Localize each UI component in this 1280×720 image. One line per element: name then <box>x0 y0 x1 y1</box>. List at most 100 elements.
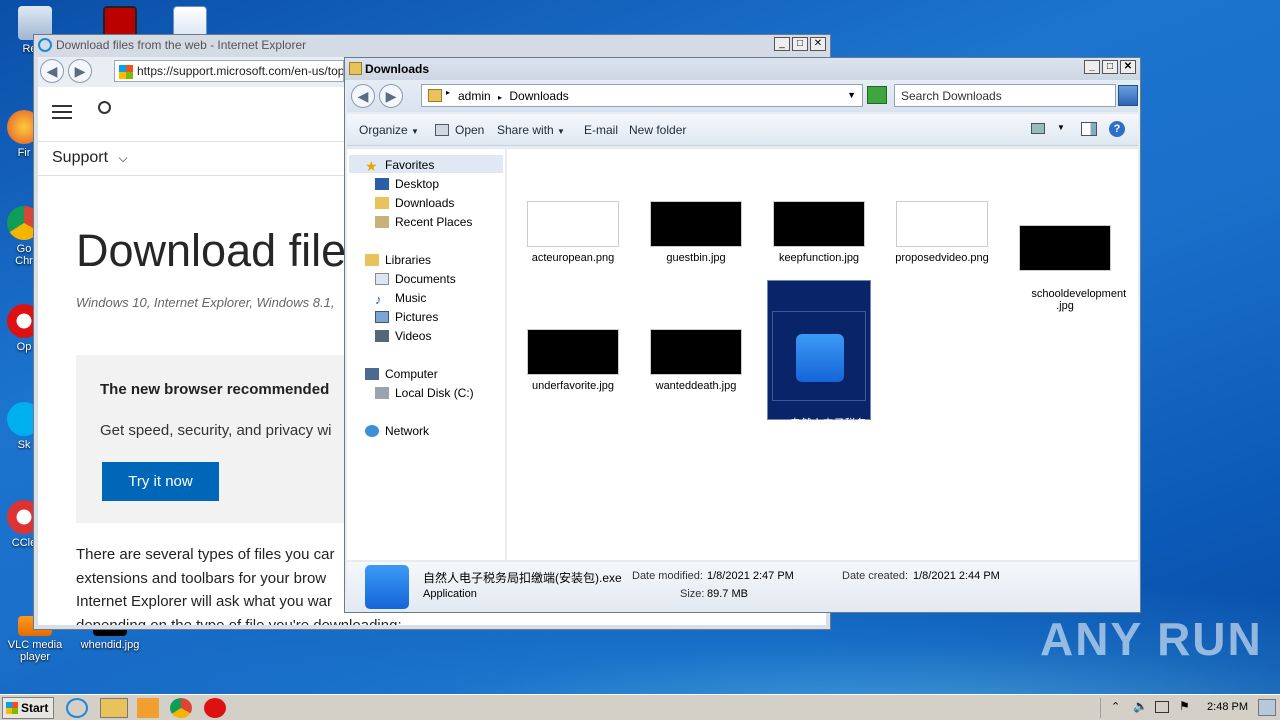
tree-item-computer[interactable]: Computer <box>365 367 438 381</box>
breadcrumb-admin[interactable]: admin <box>458 89 491 103</box>
anyrun-watermark: ANY RUN <box>1040 613 1263 665</box>
clock[interactable]: 2:48 PM <box>1207 701 1248 713</box>
tree-item-videos[interactable]: Videos <box>375 329 431 343</box>
explorer-window[interactable]: Downloads _ □ ✕ ◀ ▶ ▸ admin ▸ Downloads … <box>344 57 1141 613</box>
open-icon <box>435 124 449 136</box>
minimize-button[interactable]: _ <box>1084 60 1100 74</box>
tree-label: Music <box>395 291 427 305</box>
breadcrumb[interactable]: ▸ admin ▸ Downloads ▼ <box>421 84 863 107</box>
file-item[interactable]: keepfunction.jpg <box>767 201 871 264</box>
details-modified: 1/8/2021 2:47 PM <box>707 570 794 582</box>
taskbar: Start ⌃ 🔈 ⚑ 2:48 PM <box>0 694 1280 720</box>
show-desktop-button[interactable] <box>1258 699 1276 716</box>
file-item[interactable]: guestbin.jpg <box>644 201 748 264</box>
chevron-down-icon[interactable]: ▼ <box>1057 123 1065 132</box>
close-button[interactable]: ✕ <box>810 37 826 51</box>
tree-item-local-disk[interactable]: Local Disk (C:) <box>375 386 474 400</box>
show-hidden-icons-icon[interactable]: ⌃ <box>1111 700 1120 713</box>
organize-label: Organize <box>359 123 408 137</box>
start-button[interactable]: Start <box>2 697 54 719</box>
tree-item-favorites[interactable]: ★ Favorites <box>349 155 503 174</box>
file-item[interactable]: wanteddeath.jpg <box>644 329 748 392</box>
taskbar-media-player-icon[interactable] <box>137 698 159 718</box>
search-icon[interactable] <box>1118 85 1138 106</box>
file-name: guestbin.jpg <box>666 252 726 264</box>
network-icon <box>365 425 379 437</box>
file-item[interactable]: acteuropean.png <box>521 201 625 264</box>
preview-pane-icon[interactable] <box>1081 122 1097 136</box>
support-nav[interactable]: Support ⌵ <box>52 149 128 167</box>
address-bar[interactable]: https://support.microsoft.com/en-us/topi… <box>114 60 344 82</box>
promo-title: The new browser recommended <box>100 381 330 398</box>
breadcrumb-downloads[interactable]: Downloads <box>509 89 568 103</box>
image-thumbnail <box>650 201 742 247</box>
taskbar-ie-icon[interactable] <box>66 698 88 718</box>
folder-icon <box>428 89 442 102</box>
details-size: 89.7 MB <box>707 588 748 600</box>
details-filename: 自然人电子税务局扣缴端(安装包).exe <box>423 571 622 585</box>
start-label: Start <box>21 701 49 715</box>
music-icon: ♪ <box>375 292 382 307</box>
help-icon[interactable]: ? <box>1109 121 1125 137</box>
desktop-icon-label: Fir <box>17 147 31 159</box>
back-button[interactable]: ◀ <box>40 59 64 83</box>
disk-icon <box>375 387 389 399</box>
taskbar-stop-icon[interactable] <box>204 698 226 718</box>
email-button[interactable]: E-mail <box>584 123 618 137</box>
maximize-button[interactable]: □ <box>792 37 808 51</box>
close-button[interactable]: ✕ <box>1120 60 1136 74</box>
minimize-button[interactable]: _ <box>774 37 790 51</box>
tree-item-recent[interactable]: Recent Places <box>375 215 472 229</box>
hamburger-menu-icon[interactable] <box>52 105 72 119</box>
taskbar-chrome-icon[interactable] <box>170 698 192 718</box>
back-button[interactable]: ◀ <box>351 84 375 108</box>
tree-item-network[interactable]: Network <box>365 424 429 438</box>
ie-titlebar[interactable]: Download files from the web - Internet E… <box>34 35 830 57</box>
new-folder-button[interactable]: New folder <box>629 123 686 137</box>
try-it-now-button[interactable]: Try it now <box>102 462 219 501</box>
tree-label: Recent Places <box>395 215 473 229</box>
search-input[interactable]: Search Downloads <box>894 84 1116 107</box>
file-item[interactable]: schooldevelopment .jpg <box>1013 201 1126 324</box>
search-icon[interactable] <box>98 101 111 114</box>
tree-label: Local Disk (C:) <box>395 386 474 400</box>
view-options-icon[interactable] <box>1031 123 1045 134</box>
file-item-selected[interactable]: 自然人电子税务 局扣缴端(安装 包).exe <box>767 280 871 456</box>
network-tray-icon[interactable] <box>1155 701 1169 713</box>
tree-item-libraries[interactable]: Libraries <box>365 253 431 267</box>
file-item[interactable]: underfavorite.jpg <box>521 329 625 392</box>
chevron-down-icon: ▼ <box>557 127 565 136</box>
tree-label: Desktop <box>395 177 440 191</box>
address-text: https://support.microsoft.com/en-us/topi… <box>137 64 344 78</box>
forward-button[interactable]: ▶ <box>379 84 403 108</box>
downloads-folder-icon <box>375 197 389 209</box>
forward-button[interactable]: ▶ <box>68 59 92 83</box>
explorer-title-text: Downloads <box>365 62 430 76</box>
details-pane: 自然人电子税务局扣缴端(安装包).exe Application Date mo… <box>347 562 1138 612</box>
file-name: acteuropean.png <box>531 252 615 264</box>
volume-icon[interactable]: 🔈 <box>1133 699 1148 713</box>
desktop-icon-label: VLC media player <box>7 639 63 663</box>
organize-menu[interactable]: Organize ▼ <box>359 123 419 137</box>
dropdown-arrow-icon[interactable]: ▼ <box>847 90 856 100</box>
explorer-titlebar[interactable]: Downloads _ □ ✕ <box>345 58 1140 80</box>
file-item[interactable]: proposedvideo.png <box>890 201 994 264</box>
share-with-menu[interactable]: Share with ▼ <box>497 123 565 137</box>
taskbar-explorer-icon[interactable] <box>100 698 128 718</box>
refresh-icon[interactable] <box>867 86 887 104</box>
tree-item-pictures[interactable]: Pictures <box>375 310 438 324</box>
tree-item-desktop[interactable]: Desktop <box>375 177 439 191</box>
maximize-button[interactable]: □ <box>1102 60 1118 74</box>
chevron-down-icon[interactable]: ▸ <box>446 88 450 97</box>
action-center-flag-icon[interactable]: ⚑ <box>1179 699 1190 713</box>
tree-label: Documents <box>395 272 456 286</box>
ie-window-controls: _ □ ✕ <box>774 37 826 51</box>
tree-item-downloads[interactable]: Downloads <box>375 196 454 210</box>
open-button[interactable]: Open <box>435 123 484 137</box>
tree-item-music[interactable]: ♪ Music <box>375 291 427 307</box>
desktop-icon-label: whendid.jpg <box>80 639 140 651</box>
file-name: 自然人电子税务 局扣缴端(安装 包).exe <box>784 418 867 456</box>
tree-item-documents[interactable]: Documents <box>375 272 456 286</box>
tree-label: Videos <box>395 329 432 343</box>
image-thumbnail <box>773 201 865 247</box>
